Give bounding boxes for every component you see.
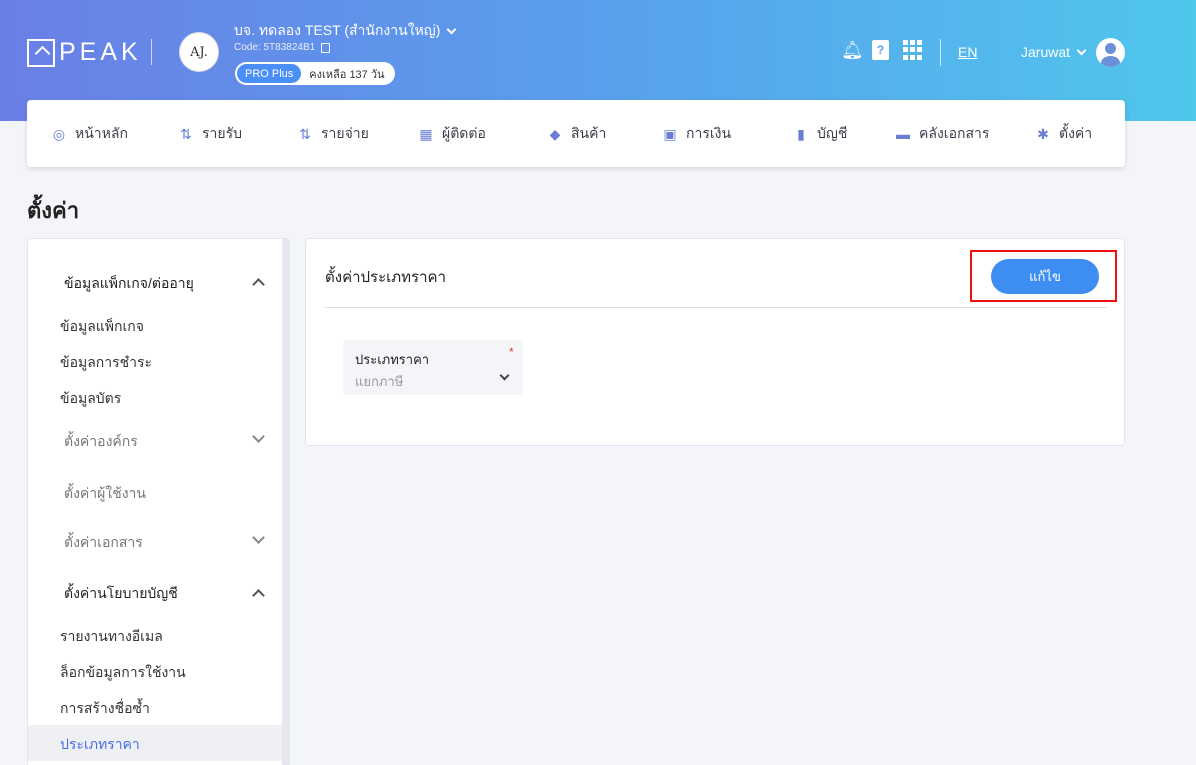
- money-icon: ▣: [663, 125, 677, 142]
- sidebar-item-payment-info[interactable]: ข้อมูลการชำระ: [60, 352, 152, 374]
- plan-badge: PRO Plus: [237, 64, 302, 83]
- sidebar-item-price-type[interactable]: ประเภทราคา: [60, 734, 140, 756]
- edit-button[interactable]: แก้ไข: [991, 259, 1099, 294]
- chevron-up-icon[interactable]: [252, 589, 265, 602]
- nav-item-finance[interactable]: ▣ การเงิน: [662, 123, 731, 145]
- nav-item-documents[interactable]: ▬ คลังเอกสาร: [895, 123, 989, 145]
- nav-item-label: คลังเอกสาร: [919, 125, 990, 141]
- nav-item-settings[interactable]: ✱ ตั้งค่า: [1035, 123, 1092, 145]
- nav-item-label: รายจ่าย: [321, 125, 369, 141]
- chevron-up-icon[interactable]: [252, 278, 265, 291]
- copy-icon[interactable]: [321, 42, 331, 53]
- language-toggle[interactable]: EN: [958, 44, 977, 60]
- folder-icon: ▬: [896, 126, 910, 142]
- plan-remaining-days: คงเหลือ 137 วัน: [309, 68, 385, 81]
- dashboard-icon: ◎: [52, 125, 66, 142]
- sidebar-item-card-info[interactable]: ข้อมูลบัตร: [60, 388, 121, 410]
- nav-item-label: ตั้งค่า: [1059, 125, 1093, 141]
- peak-logo[interactable]: PEAK: [27, 38, 142, 67]
- nav-item-label: สินค้า: [571, 125, 607, 141]
- chevron-down-icon: [1076, 45, 1087, 55]
- nav-item-label: หน้าหลัก: [75, 125, 128, 141]
- nav-item-label: บัญชี: [817, 125, 848, 141]
- divider: [324, 307, 1107, 308]
- bell-icon[interactable]: 🔔︎: [841, 40, 864, 60]
- nav-item-contacts[interactable]: ▦ ผู้ติดต่อ: [418, 123, 486, 145]
- product-box-icon: ◆: [549, 125, 561, 142]
- price-type-select[interactable]: ประเภทราคา * แยกภาษี: [343, 340, 523, 395]
- sidebar-scrollbar[interactable]: [282, 239, 289, 765]
- expense-icon: ⇅: [299, 125, 311, 142]
- company-logo[interactable]: AJ.: [179, 32, 219, 72]
- sidebar-item-email-report[interactable]: รายงานทางอีเมล: [60, 626, 163, 648]
- nav-item-accounting[interactable]: ▮ บัญชี: [793, 123, 847, 145]
- sidebar-group-organization[interactable]: ตั้งค่าองค์กร: [64, 431, 138, 453]
- nav-item-label: ผู้ติดต่อ: [442, 125, 486, 141]
- sidebar-item-duplicate-names[interactable]: การสร้างชื่อซ้ำ: [60, 698, 150, 720]
- apps-grid-icon[interactable]: [903, 40, 923, 60]
- contacts-icon: ▦: [419, 125, 433, 142]
- settings-sidebar: ข้อมูลแพ็กเกจ/ต่ออายุ ข้อมูลแพ็กเกจ ข้อม…: [27, 238, 290, 765]
- accounting-book-icon: ▮: [797, 125, 805, 142]
- chevron-down-icon: [446, 24, 457, 34]
- username: Jaruwat: [1021, 44, 1071, 60]
- chevron-down-icon[interactable]: [252, 430, 265, 443]
- plan-status-pill[interactable]: PRO Plus คงเหลือ 137 วัน: [235, 62, 395, 85]
- sidebar-group-users[interactable]: ตั้งค่าผู้ใช้งาน: [64, 483, 146, 505]
- sidebar-item-usage-log[interactable]: ล็อกข้อมูลการใช้งาน: [60, 662, 186, 684]
- chevron-down-icon[interactable]: [252, 531, 265, 544]
- sidebar-item-package-info[interactable]: ข้อมูลแพ็กเกจ: [60, 316, 144, 338]
- field-label: ประเภทราคา: [355, 352, 430, 367]
- peak-logo-mark: [27, 38, 55, 67]
- nav-item-label: รายรับ: [202, 125, 242, 141]
- field-value: แยกภาษี: [355, 374, 404, 389]
- nav-item-products[interactable]: ◆ สินค้า: [547, 123, 607, 145]
- required-marker: *: [509, 345, 514, 359]
- price-type-settings-card: ตั้งค่าประเภทราคา แก้ไข ประเภทราคา * แยก…: [305, 238, 1125, 446]
- nav-item-income[interactable]: ⇅ รายรับ: [178, 123, 242, 145]
- page-title: ตั้งค่า: [27, 198, 80, 223]
- company-name: บจ. ทดลอง TEST (สำนักงานใหญ่): [234, 22, 441, 38]
- sidebar-group-package[interactable]: ข้อมูลแพ็กเกจ/ต่ออายุ: [64, 273, 194, 295]
- help-book-icon[interactable]: ?: [872, 40, 889, 60]
- user-avatar-icon[interactable]: [1096, 38, 1125, 67]
- income-icon: ⇅: [180, 125, 192, 142]
- gear-icon: ✱: [1037, 125, 1049, 142]
- company-switcher[interactable]: บจ. ทดลอง TEST (สำนักงานใหญ่): [234, 20, 457, 42]
- card-title: ตั้งค่าประเภทราคา: [325, 269, 446, 286]
- company-code: Code: 5T83824B1: [234, 42, 316, 53]
- company-code-row: Code: 5T83824B1: [234, 42, 331, 53]
- header-divider: [151, 39, 152, 65]
- sidebar-group-accounting-policy[interactable]: ตั้งค่านโยบายบัญชี: [64, 583, 178, 605]
- header-divider: [940, 39, 941, 66]
- user-menu[interactable]: Jaruwat: [1021, 44, 1087, 60]
- nav-item-label: การเงิน: [686, 125, 732, 141]
- main-nav: ◎ หน้าหลัก ⇅ รายรับ ⇅ รายจ่าย ▦ ผู้ติดต่…: [27, 100, 1125, 167]
- nav-item-home[interactable]: ◎ หน้าหลัก: [51, 123, 128, 145]
- nav-item-expense[interactable]: ⇅ รายจ่าย: [297, 123, 369, 145]
- sidebar-group-documents[interactable]: ตั้งค่าเอกสาร: [64, 532, 143, 554]
- chevron-down-icon: [499, 370, 510, 381]
- peak-logo-text: PEAK: [59, 38, 142, 66]
